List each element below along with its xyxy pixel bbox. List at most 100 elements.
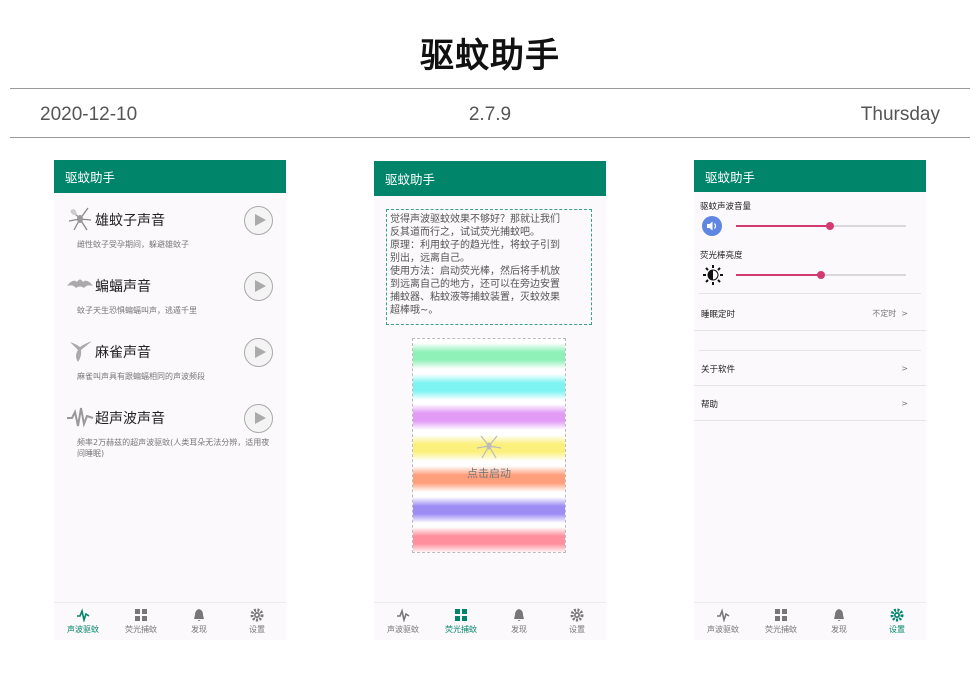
pulse-icon [717,608,730,622]
tab-label: 设置 [889,625,905,634]
tab-sound-repel[interactable]: 声波驱蚊 [694,603,752,640]
help-label: 帮助 [701,399,719,410]
about-label: 关于软件 [701,364,736,375]
tab-label: 荧光捕蚊 [125,625,157,634]
tab-label: 声波驱蚊 [387,625,419,634]
tip-line: 别出，远离自己。 [390,253,470,264]
gear-icon [570,608,584,622]
tab-discover[interactable]: 发现 [810,603,868,640]
slider-fill [736,274,821,276]
tip-line: 捕蚊器、粘蚊液等捕蚊装置，灭蚊效果 [390,292,560,303]
about-row[interactable]: 关于软件 > [694,352,926,386]
brightness-label: 荧光棒亮度 [700,251,743,261]
light-stripe [413,373,565,400]
mosquito-icon [476,435,502,459]
sound-item-bat[interactable]: 蝙蝠声音 蚊子天生恐惧蝙蝠叫声，逃遁千里 [54,272,286,338]
bottom-tab-bar: 声波驱蚊 荧光捕蚊 发现 设置 [374,602,606,640]
version-text: 2.7.9 [468,104,512,125]
tab-light-trap[interactable]: 荧光捕蚊 [752,603,810,640]
tab-discover[interactable]: 发现 [490,603,548,640]
sound-title: 麻雀声音 [95,345,151,361]
tab-label: 发现 [511,625,527,634]
tip-line: 超棒哦~。 [390,305,439,316]
tab-label: 荧光捕蚊 [765,625,797,634]
light-stripe [413,404,565,431]
tab-light-trap[interactable]: 荧光捕蚊 [432,603,490,640]
chevron-right-icon: > [901,399,908,408]
header-rule-bottom [10,137,970,138]
sound-title: 雄蚊子声音 [95,213,165,229]
divider [699,350,921,351]
sleep-timer-setting: 不定时 [872,309,897,318]
tab-label: 设置 [569,625,585,634]
app-title: 驱蚊助手 [65,170,116,185]
tab-settings[interactable]: 设置 [548,603,606,640]
sound-description: 蚊子天生恐惧蝙蝠叫声，逃遁千里 [77,306,197,315]
app-title: 驱蚊助手 [705,169,756,185]
light-stripe [413,527,565,552]
light-stripe [413,496,565,523]
tab-sound-repel[interactable]: 声波驱蚊 [54,603,112,640]
volume-slider[interactable] [736,222,906,230]
tab-label: 荧光捕蚊 [445,625,477,634]
screenshot-light-trap: 驱蚊助手 觉得声波驱蚊效果不够好？那就让我们 反其道而行之，试试荧光捕蚊吧。 原… [374,161,606,640]
screenshot-settings: 驱蚊助手 驱蚊声波音量 荧光棒亮度 睡眠定时 不定时 > 关于软件 > 帮助 >… [694,160,926,640]
brightness-slider[interactable] [736,271,906,279]
grid-icon [455,609,467,621]
slider-thumb[interactable] [817,271,825,279]
tip-line: 原理：利用蚊子的趋光性，将蚊子引到 [390,240,560,251]
sound-description: 雌性蚊子受孕期间，躲避雄蚊子 [77,240,189,249]
app-bar: 驱蚊助手 [694,160,926,192]
light-stripe [413,343,565,369]
help-row[interactable]: 帮助 > [694,387,926,421]
sound-item-ultrasonic[interactable]: 超声波声音 频率2万赫兹的超声波驱蚊(人类耳朵无法分辨，适用夜间睡眠) [54,404,286,470]
tab-sound-repel[interactable]: 声波驱蚊 [374,603,432,640]
chevron-right-icon: > [901,364,908,373]
sound-item-sparrow[interactable]: 麻雀声音 麻雀叫声具有跟蝙蝠相同的声波频段 [54,338,286,404]
instructions-box: 觉得声波驱蚊效果不够好？那就让我们 反其道而行之，试试荧光捕蚊吧。 原理：利用蚊… [386,209,592,325]
gear-icon [250,608,264,622]
bottom-tab-bar: 声波驱蚊 荧光捕蚊 发现 设置 [694,602,926,640]
mosquito-icon [68,207,92,231]
tab-discover[interactable]: 发现 [170,603,228,640]
divider [699,293,921,294]
tip-line: 到远离自己的地方，还可以在旁边安置 [390,279,560,290]
tab-label: 发现 [831,625,847,634]
start-label: 点击启动 [467,467,511,480]
tab-settings[interactable]: 设置 [228,603,286,640]
app-bar: 驱蚊助手 [54,160,286,193]
sleep-timer-value: 不定时 > [872,308,908,319]
tab-label: 声波驱蚊 [67,625,99,634]
tab-label: 声波驱蚊 [707,625,739,634]
chevron-right-icon: > [901,309,908,318]
page-title: 驱蚊助手 [420,36,560,76]
light-stick-panel[interactable]: 点击启动 [412,338,566,553]
tab-light-trap[interactable]: 荧光捕蚊 [112,603,170,640]
sound-description: 频率2万赫兹的超声波驱蚊(人类耳朵无法分辨，适用夜间睡眠) [77,438,270,458]
volume-label: 驱蚊声波音量 [700,202,752,212]
sound-description: 麻雀叫声具有跟蝙蝠相同的声波频段 [77,372,205,381]
play-button[interactable] [244,404,273,433]
start-control[interactable]: 点击启动 [413,433,565,481]
sparrow-icon [70,341,92,362]
bell-icon [514,609,524,621]
app-title: 驱蚊助手 [385,172,436,187]
play-button[interactable] [244,206,273,235]
pulse-icon [77,608,90,622]
brightness-icon [703,265,723,285]
tip-line: 使用方法：启动荧光棒，然后将手机放 [390,266,560,277]
sleep-timer-row[interactable]: 睡眠定时 不定时 > [694,297,926,331]
play-button[interactable] [244,338,273,367]
speaker-icon [702,216,722,236]
sound-item-male-mosquito[interactable]: 雄蚊子声音 雌性蚊子受孕期间，躲避雄蚊子 [54,206,286,272]
tab-label: 发现 [191,625,207,634]
tip-line: 觉得声波驱蚊效果不够好？那就让我们 [390,214,560,225]
tab-settings[interactable]: 设置 [868,603,926,640]
slider-thumb[interactable] [825,222,834,230]
screenshot-sound-repel: 驱蚊助手 雄蚊子声音 雌性蚊子受孕期间，躲避雄蚊子 蝙蝠声音 蚊子天生恐惧蝙蝠叫… [54,160,286,640]
weekday-text: Thursday [860,104,940,125]
bell-icon [194,609,204,621]
tip-line: 反其道而行之，试试荧光捕蚊吧。 [390,227,540,238]
sound-title: 蝙蝠声音 [95,279,151,295]
play-button[interactable] [244,272,273,301]
